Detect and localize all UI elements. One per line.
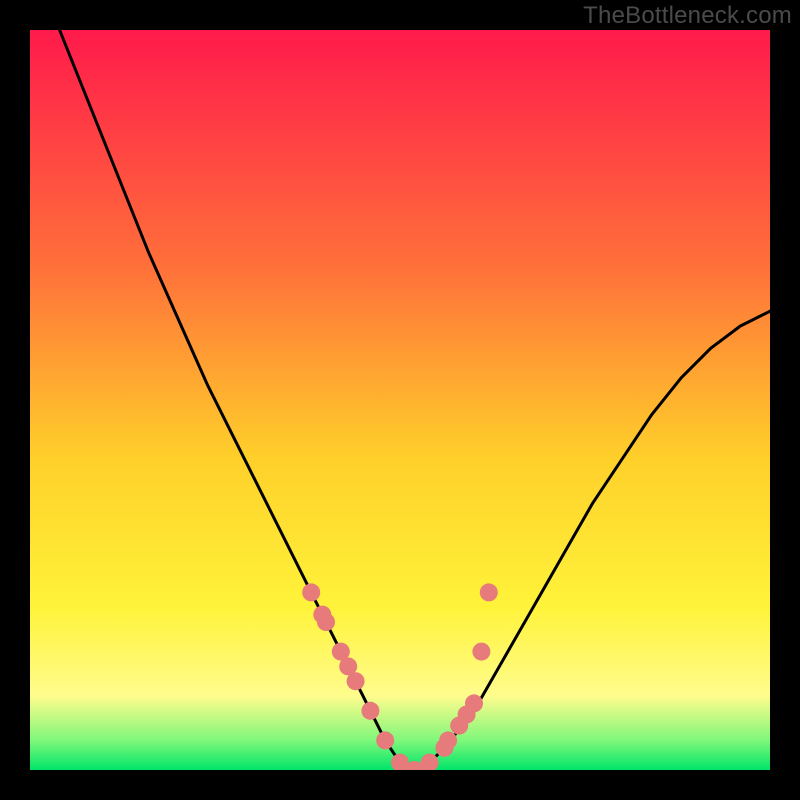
watermark-text: TheBottleneck.com [583,2,792,30]
marker-point [302,583,320,601]
plot-area [30,30,770,770]
marker-point [465,694,483,712]
gradient-background [30,30,770,770]
marker-point [361,702,379,720]
marker-point [480,583,498,601]
marker-point [317,613,335,631]
marker-point [347,672,365,690]
chart-frame: TheBottleneck.com [0,0,800,800]
marker-point [439,731,457,749]
marker-point [376,731,394,749]
marker-point [472,643,490,661]
bottleneck-chart [30,30,770,770]
